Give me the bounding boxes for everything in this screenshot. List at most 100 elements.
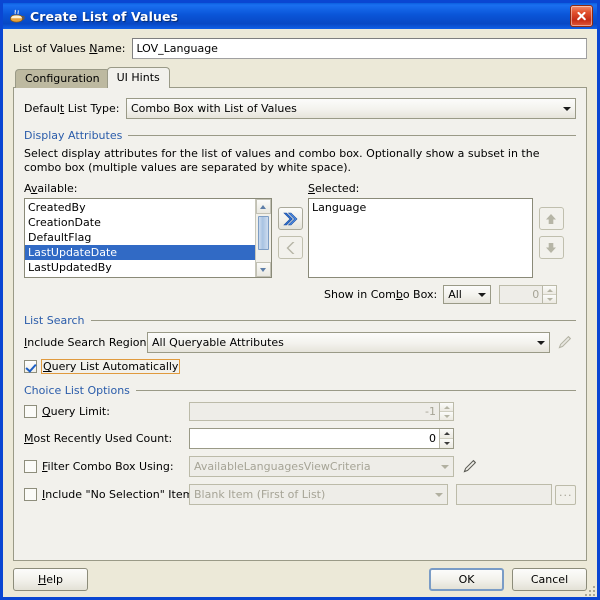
tab-strip: Configuration UI Hints: [15, 68, 587, 88]
divider: [91, 320, 576, 321]
show-in-combo-count-spinner[interactable]: 0: [499, 285, 557, 304]
scrollbar-thumb[interactable]: [258, 216, 269, 250]
cancel-button[interactable]: Cancel: [512, 568, 587, 591]
arrow-down-icon: [544, 241, 558, 255]
show-in-combo-value: All: [448, 288, 474, 301]
dialog-body: List of Values Name: Configuration UI Hi…: [3, 29, 597, 597]
selected-items: Language: [309, 199, 532, 215]
spinner-buttons[interactable]: [439, 429, 453, 448]
available-label: Available:: [24, 182, 272, 195]
arrow-up-icon: [544, 212, 558, 226]
default-list-type-value: Combo Box with List of Values: [131, 102, 559, 115]
move-up-button[interactable]: [539, 207, 564, 230]
query-list-automatically-row: Query List Automatically: [24, 359, 576, 374]
scroll-up-icon[interactable]: [256, 199, 271, 214]
dialog-content: List of Values Name: Configuration UI Hi…: [3, 29, 597, 561]
query-list-automatically-checkbox[interactable]: [24, 360, 37, 373]
include-search-region-value: All Queryable Attributes: [152, 336, 533, 349]
default-list-type-row: Default List Type: Combo Box with List o…: [24, 98, 576, 119]
chevron-down-icon: [474, 285, 490, 304]
chevron-down-icon: [431, 485, 447, 504]
close-icon[interactable]: [570, 5, 593, 27]
query-list-automatically-focus: Query List Automatically: [41, 359, 180, 374]
list-item[interactable]: CreationDate: [25, 215, 255, 230]
include-search-region-combo[interactable]: All Queryable Attributes: [147, 332, 550, 353]
query-limit-spinner[interactable]: -1: [189, 402, 454, 421]
selected-column: Selected: Language: [308, 182, 533, 278]
show-in-combo-label: Show in Combo Box:: [324, 288, 437, 301]
available-items: CreatedBy CreationDate DefaultFlag LastU…: [25, 199, 255, 277]
most-recently-used-count-value: 0: [190, 429, 439, 448]
move-down-button[interactable]: [539, 236, 564, 259]
display-attributes-title: Display Attributes: [24, 129, 128, 142]
query-limit-checkbox[interactable]: [24, 405, 37, 418]
spinner-buttons[interactable]: [542, 286, 556, 303]
query-limit-label: Query Limit:: [42, 405, 110, 418]
most-recently-used-count-spinner[interactable]: 0: [189, 428, 454, 449]
list-item[interactable]: CreatedBy: [25, 200, 255, 215]
title-bar[interactable]: Create List of Values: [3, 3, 597, 29]
list-item[interactable]: LastUpdatedBy: [25, 260, 255, 275]
scroll-down-icon[interactable]: [256, 262, 271, 277]
show-in-combo-count-value: 0: [500, 286, 542, 303]
attribute-shuttle: Available: CreatedBy CreationDate Defaul…: [24, 182, 576, 278]
include-no-selection-text-input[interactable]: [456, 484, 552, 505]
selected-listbox[interactable]: Language: [308, 198, 533, 278]
default-list-type-combo[interactable]: Combo Box with List of Values: [126, 98, 576, 119]
spinner-buttons[interactable]: [439, 403, 453, 420]
choice-list-options-header: Choice List Options: [24, 384, 576, 397]
reorder-buttons: [533, 182, 569, 265]
edit-filter-criteria-pencil-icon[interactable]: [461, 457, 481, 477]
spinner-down-icon[interactable]: [440, 439, 453, 448]
list-item[interactable]: DefaultFlag: [25, 230, 255, 245]
include-no-selection-label: Include "No Selection" Item:: [42, 488, 197, 501]
chevron-left-icon: [283, 241, 297, 255]
available-scrollbar[interactable]: [255, 199, 271, 277]
list-item[interactable]: LastUpdateDate: [25, 245, 255, 260]
show-in-combo-select[interactable]: All: [443, 285, 491, 304]
filter-combo-box-checkbox[interactable]: [24, 460, 37, 473]
ok-button[interactable]: OK: [429, 568, 504, 591]
ui-hints-panel: Default List Type: Combo Box with List o…: [13, 87, 587, 561]
filter-combo-box-row: Filter Combo Box Using: AvailableLanguag…: [24, 456, 576, 477]
java-coffee-cup-icon: [8, 7, 26, 25]
filter-combo-box-label: Filter Combo Box Using:: [42, 460, 174, 473]
window-title: Create List of Values: [30, 9, 570, 24]
spinner-down-icon[interactable]: [440, 412, 453, 420]
query-list-automatically-label: Query List Automatically: [43, 360, 178, 373]
most-recently-used-count-label: Most Recently Used Count:: [24, 432, 172, 445]
query-limit-row: Query Limit: -1: [24, 402, 576, 421]
query-limit-value: -1: [190, 403, 439, 420]
spinner-up-icon[interactable]: [543, 286, 556, 295]
lov-name-input[interactable]: [132, 38, 587, 59]
lov-name-row: List of Values Name:: [13, 38, 587, 59]
display-attributes-description: Select display attributes for the list o…: [24, 147, 576, 175]
tab-configuration[interactable]: Configuration: [15, 69, 110, 88]
list-item[interactable]: Language: [309, 200, 532, 215]
add-attribute-button[interactable]: [278, 207, 303, 230]
include-no-selection-checkbox[interactable]: [24, 488, 37, 501]
filter-combo-box-combo[interactable]: AvailableLanguagesViewCriteria: [189, 456, 454, 477]
include-no-selection-row: Include "No Selection" Item: Blank Item …: [24, 484, 576, 505]
include-search-region-row: Include Search Region: All Queryable Att…: [24, 332, 576, 353]
most-recently-used-count-row: Most Recently Used Count: 0: [24, 428, 576, 449]
include-no-selection-browse-button[interactable]: ...: [555, 485, 576, 505]
include-search-region-label: Include Search Region:: [24, 336, 147, 349]
spinner-up-icon[interactable]: [440, 429, 453, 439]
filter-combo-box-value: AvailableLanguagesViewCriteria: [194, 460, 437, 473]
chevron-down-icon: [559, 99, 575, 118]
remove-attribute-button[interactable]: [278, 236, 303, 259]
available-listbox[interactable]: CreatedBy CreationDate DefaultFlag LastU…: [24, 198, 272, 278]
edit-search-region-pencil-icon[interactable]: [556, 333, 576, 353]
lov-name-label: List of Values Name:: [13, 42, 125, 55]
tab-ui-hints[interactable]: UI Hints: [107, 67, 170, 88]
default-list-type-label: Default List Type:: [24, 102, 126, 115]
spinner-down-icon[interactable]: [543, 295, 556, 303]
divider: [128, 135, 576, 136]
divider: [136, 390, 576, 391]
include-no-selection-combo[interactable]: Blank Item (First of List): [189, 484, 448, 505]
help-button[interactable]: Help: [13, 568, 88, 591]
choice-list-options-title: Choice List Options: [24, 384, 136, 397]
include-no-selection-value: Blank Item (First of List): [194, 488, 431, 501]
spinner-up-icon[interactable]: [440, 403, 453, 412]
